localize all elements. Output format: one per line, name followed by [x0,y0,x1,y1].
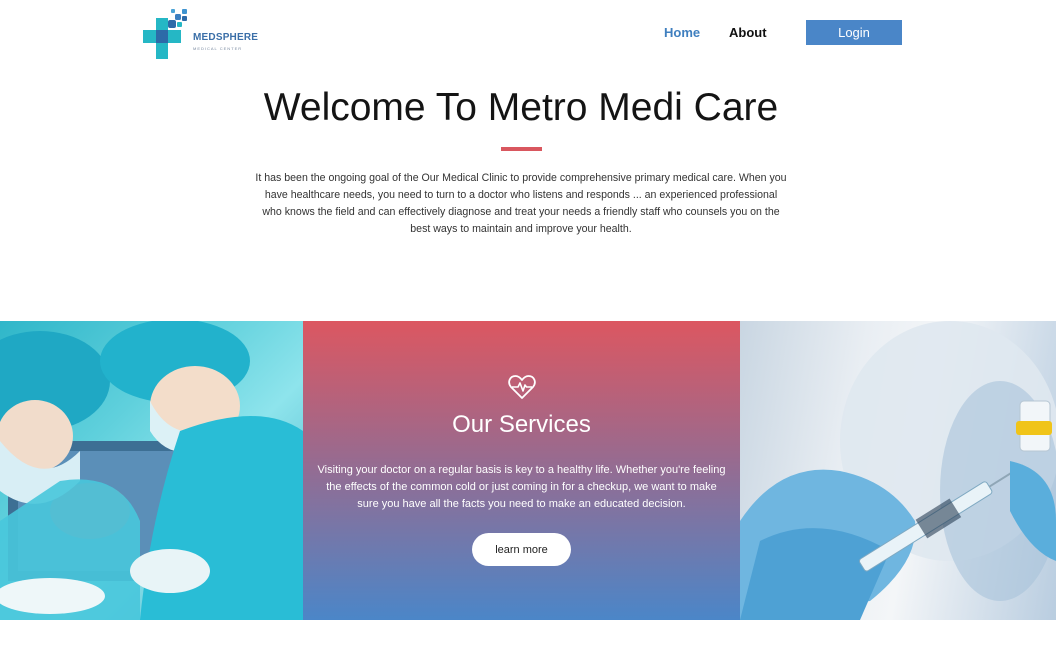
services-description: Visiting your doctor on a regular basis … [317,464,726,510]
nav-about-link[interactable]: About [729,25,767,40]
heart-pulse-icon [508,375,536,399]
logo-name: MEDSPHERE [193,32,259,43]
page: MEDSPHERE MEDICAL CENTER Home About Logi… [0,0,1056,657]
learn-more-button[interactable]: learn more [472,533,571,566]
services-title: Our Services [452,411,591,438]
logo-tagline: MEDICAL CENTER [193,46,243,51]
surgeons-photo [0,321,303,620]
login-button[interactable]: Login [806,20,902,45]
nav-home-link[interactable]: Home [664,25,700,40]
header: MEDSPHERE MEDICAL CENTER Home About Logi… [0,0,1056,70]
services-band: Our Services Visiting your doctor on a r… [0,321,1056,620]
medical-cross-icon [143,9,187,59]
page-title: Welcome To Metro Medi Care [263,86,779,129]
title-divider [501,147,542,151]
welcome-paragraph: It has been the ongoing goal of the Our … [255,172,787,235]
logo[interactable]: MEDSPHERE MEDICAL CENTER [142,6,258,60]
vaccine-photo [740,321,1056,620]
services-panel: Our Services Visiting your doctor on a r… [303,321,740,620]
